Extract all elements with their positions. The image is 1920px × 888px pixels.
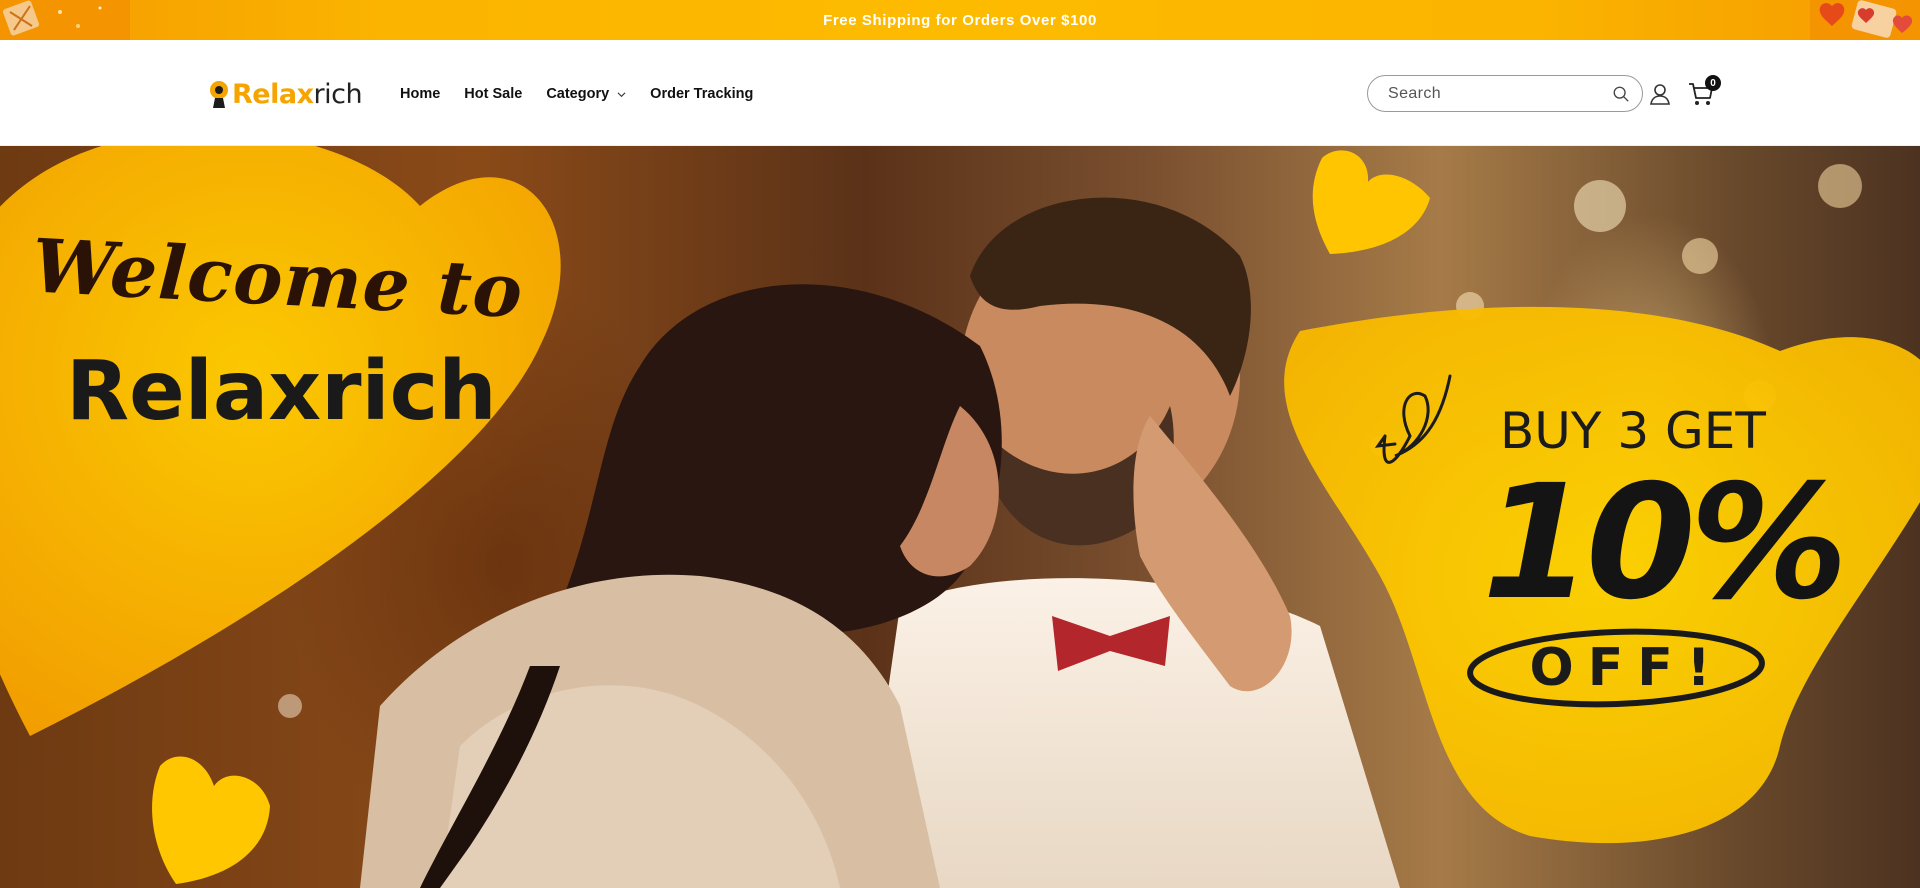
promo-discount-value: 10% (1482, 451, 1848, 635)
announcement-text: Free Shipping for Orders Over $100 (823, 11, 1097, 29)
chevron-down-icon (617, 91, 626, 97)
main-nav: Home Hot Sale Category Order Tracking (400, 82, 777, 106)
logo-mark-icon (210, 81, 228, 108)
heart-decoration-icon (1810, 0, 1920, 40)
search-input[interactable] (1388, 84, 1612, 103)
cart-count-badge: 0 (1705, 75, 1721, 91)
search-icon[interactable] (1612, 85, 1630, 103)
small-heart-bottom-left (152, 756, 270, 884)
nav-item-category[interactable]: Category (546, 86, 626, 102)
search-box[interactable] (1367, 75, 1643, 112)
gift-decoration-icon (0, 0, 130, 40)
small-heart-top (1312, 150, 1430, 254)
logo-text: Relaxrich (232, 78, 363, 110)
nav-item-category-label: Category (546, 86, 610, 102)
hero-brand-name: Relaxrich (66, 344, 497, 439)
logo-light-part: rich (313, 78, 363, 110)
nav-item-home[interactable]: Home (400, 86, 440, 102)
announcement-bar: Free Shipping for Orders Over $100 (0, 0, 1920, 40)
logo-bold-part: Relax (232, 78, 314, 110)
user-icon[interactable] (1648, 82, 1672, 106)
site-header: Relaxrich Home Hot Sale Category Order T… (0, 40, 1920, 146)
hero-banner[interactable]: Welcome to Relaxrich BUY 3 GET 10% OFF! (0, 146, 1920, 888)
promo-off-label: OFF! (1529, 638, 1725, 698)
nav-item-order-tracking[interactable]: Order Tracking (650, 86, 753, 102)
nav-item-hot-sale[interactable]: Hot Sale (464, 86, 522, 102)
brand-logo[interactable]: Relaxrich (208, 76, 363, 112)
